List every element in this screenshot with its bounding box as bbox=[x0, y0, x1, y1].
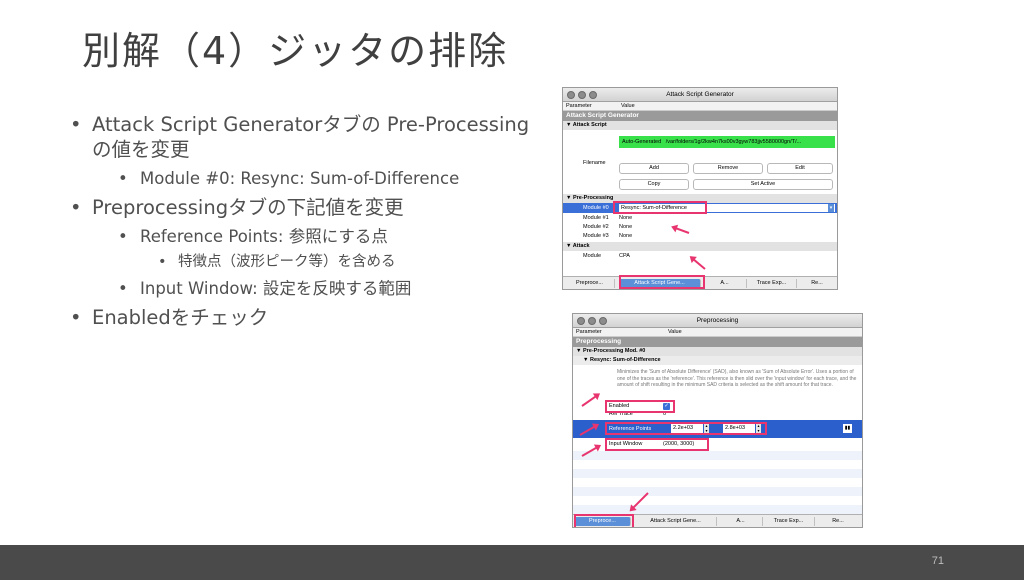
tab-preprocessing[interactable]: Preproce... bbox=[565, 279, 615, 288]
tab-results[interactable]: Re... bbox=[815, 517, 861, 526]
tab-a[interactable]: A... bbox=[703, 279, 747, 288]
tab-a[interactable]: A... bbox=[719, 517, 763, 526]
tab-attack-script-generator[interactable]: Attack Script Gene... bbox=[635, 517, 717, 526]
window-controls[interactable] bbox=[577, 317, 607, 325]
module3-value[interactable]: None bbox=[619, 233, 632, 239]
group-header: Attack Script Generator bbox=[563, 111, 837, 121]
tab-trace-explorer[interactable]: Trace Exp... bbox=[763, 517, 815, 526]
tab-results[interactable]: Re... bbox=[797, 279, 837, 288]
highlight-attack-script-tab bbox=[619, 275, 705, 289]
page-number: 71 bbox=[931, 555, 944, 567]
column-header: Parameter Value bbox=[563, 102, 837, 111]
auto-generated-label: Auto-Generated bbox=[622, 139, 662, 145]
preprocessing-window: Preprocessing Parameter Value Preprocess… bbox=[572, 313, 863, 528]
resync-description: Minimizes the 'Sum of Absolute Differenc… bbox=[617, 369, 857, 388]
attack-script-generator-window: Attack Script Generator Parameter Value … bbox=[562, 87, 838, 290]
bullet-preprocessing-tab: Preprocessingタブの下記値を変更 bbox=[70, 195, 540, 220]
window-title: Preprocessing bbox=[696, 317, 739, 324]
section-preprocessing-mod0[interactable]: ▼ Pre-Processing Mod. #0 bbox=[573, 347, 862, 356]
module0-label: Module #0 bbox=[583, 205, 609, 211]
bullet-attack-script-generator: Attack Script Generatorタブの Pre-Processin… bbox=[70, 112, 540, 162]
empty-row bbox=[573, 487, 862, 496]
close-icon[interactable] bbox=[567, 91, 575, 99]
zoom-icon[interactable] bbox=[599, 317, 607, 325]
minimize-icon[interactable] bbox=[588, 317, 596, 325]
window-titlebar: Attack Script Generator bbox=[563, 88, 837, 102]
copy-button[interactable]: Copy bbox=[619, 179, 689, 190]
highlight-module0 bbox=[613, 201, 707, 214]
close-icon[interactable] bbox=[577, 317, 585, 325]
empty-row bbox=[573, 505, 862, 514]
zoom-icon[interactable] bbox=[589, 91, 597, 99]
script-path-field[interactable]: Auto-Generated /var/folders/1g/2kw4n7ks0… bbox=[619, 136, 835, 148]
window-controls[interactable] bbox=[567, 91, 597, 99]
module3-label: Module #3 bbox=[583, 233, 609, 239]
empty-row bbox=[573, 451, 862, 460]
attack-module-label: Module bbox=[583, 253, 602, 259]
minimize-icon[interactable] bbox=[578, 91, 586, 99]
bullet-reference-points: Reference Points: 参照にする点 bbox=[118, 226, 540, 247]
bullet-feature-points: 特徴点（波形ピーク等）を含める bbox=[158, 253, 540, 272]
highlight-input-window bbox=[605, 438, 709, 451]
col-parameter: Parameter bbox=[566, 103, 592, 109]
module2-value[interactable]: None bbox=[619, 224, 632, 230]
col-value: Value bbox=[621, 103, 635, 109]
tab-trace-explorer[interactable]: Trace Exp... bbox=[747, 279, 797, 288]
highlight-reference-points bbox=[605, 422, 767, 435]
edit-button[interactable]: Edit bbox=[767, 163, 833, 174]
empty-row bbox=[573, 469, 862, 478]
module1-label: Module #1 bbox=[583, 215, 609, 221]
slide-title: 別解（4）ジッタの排除 bbox=[82, 29, 509, 73]
chart-settings-icon[interactable]: ▮▮ bbox=[843, 424, 852, 433]
section-resync[interactable]: ▼ Resync: Sum-of-Difference bbox=[573, 356, 862, 365]
filename-label: Filename bbox=[583, 160, 606, 166]
add-button[interactable]: Add bbox=[619, 163, 689, 174]
bullet-input-window: Input Window: 設定を反映する範囲 bbox=[118, 278, 540, 299]
attack-module-value[interactable]: CPA bbox=[619, 253, 630, 259]
column-header: Parameter Value bbox=[573, 328, 862, 337]
module1-value[interactable]: None bbox=[619, 215, 632, 221]
window-title: Attack Script Generator bbox=[666, 91, 734, 98]
highlight-preprocessing-tab bbox=[574, 514, 634, 527]
section-attack-script[interactable]: ▼ Attack Script bbox=[563, 121, 837, 130]
remove-button[interactable]: Remove bbox=[693, 163, 763, 174]
slide-footer: 71 bbox=[0, 545, 1024, 580]
module2-label: Module #2 bbox=[583, 224, 609, 230]
bullet-enabled: Enabledをチェック bbox=[70, 305, 540, 330]
col-value: Value bbox=[668, 329, 682, 335]
script-path: /var/folders/1g/2kw4n7ks00v3gyw783jjv558… bbox=[665, 139, 802, 145]
bullet-module0: Module #0: Resync: Sum-of-Difference bbox=[118, 168, 540, 189]
chevron-down-icon[interactable]: ▾ bbox=[828, 204, 834, 212]
window-titlebar: Preprocessing bbox=[573, 314, 862, 328]
group-header: Preprocessing bbox=[573, 337, 862, 347]
bullet-list: Attack Script Generatorタブの Pre-Processin… bbox=[70, 112, 540, 336]
set-active-button[interactable]: Set Active bbox=[693, 179, 833, 190]
col-parameter: Parameter bbox=[576, 329, 602, 335]
highlight-enabled bbox=[605, 400, 675, 413]
section-attack[interactable]: ▼ Attack bbox=[563, 242, 837, 251]
